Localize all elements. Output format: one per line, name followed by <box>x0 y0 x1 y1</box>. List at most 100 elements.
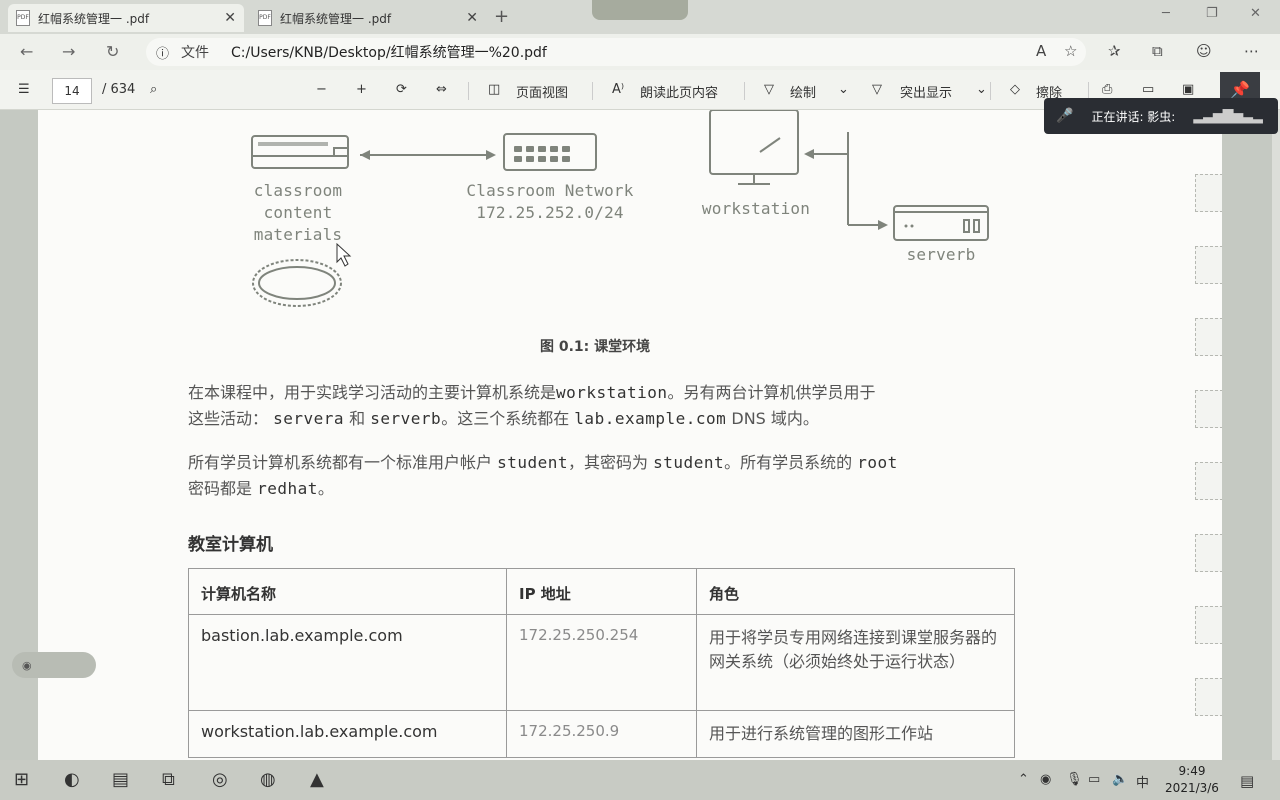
read-aloud-button[interactable]: 朗读此页内容 <box>640 82 718 101</box>
favorite-icon[interactable]: ☆ <box>1064 42 1077 60</box>
app-icon[interactable]: ⧉ <box>162 769 175 790</box>
save-icon[interactable]: ▭ <box>1142 82 1154 97</box>
role-cell: 用于将学员专用网络连接到课堂服务器的网关系统（必须始终处于运行状态） <box>696 614 1015 711</box>
read-mode-icon[interactable]: A <box>1036 42 1046 60</box>
code-span: servera <box>273 409 345 428</box>
text-span: 。另有两台计算机供学员用于 <box>667 383 876 402</box>
maximize-icon[interactable]: ❐ <box>1206 6 1218 21</box>
chevron-up-icon[interactable]: ⌃ <box>1018 772 1029 787</box>
close-window-icon[interactable]: ✕ <box>1250 6 1261 21</box>
refresh-icon[interactable]: ↻ <box>106 42 119 61</box>
chevron-down-icon[interactable]: ⌄ <box>838 82 849 97</box>
zoom-in-icon[interactable]: + <box>356 82 367 97</box>
table-row: workstation.lab.example.com 172.25.250.9… <box>188 710 1015 758</box>
pin-icon: 📌 <box>1230 80 1250 99</box>
paragraph-1: 在本课程中，用于实践学习活动的主要计算机系统是workstation。另有两台计… <box>188 380 1018 432</box>
contents-icon[interactable]: ☰ <box>18 82 30 97</box>
chevron-down-icon[interactable]: ⌄ <box>976 82 987 97</box>
microphone-icon: 🎤 <box>1056 108 1074 124</box>
favorites-icon[interactable]: ✰ <box>1108 42 1121 60</box>
app-icon[interactable]: ◍ <box>260 769 276 790</box>
tab-title: 红帽系统管理一 .pdf <box>38 11 150 26</box>
divider <box>468 82 469 100</box>
url-text: C:/Users/KNB/Desktop/红帽系统管理一%20.pdf <box>231 45 547 61</box>
zoom-out-icon[interactable]: − <box>316 82 327 97</box>
new-tab-button[interactable]: + <box>494 6 509 27</box>
edge-browser-icon[interactable]: ◐ <box>64 769 80 790</box>
windows-start-icon[interactable]: ⊞ <box>14 769 29 790</box>
speech-text: 正在讲话: 影虫: <box>1091 109 1176 124</box>
text-span: 这些活动： <box>188 409 269 428</box>
page-view-icon[interactable]: ◫ <box>488 82 500 97</box>
thumbnail-placeholder <box>1195 534 1222 572</box>
scrollbar[interactable] <box>1272 110 1280 760</box>
eraser-icon[interactable]: ◇ <box>1010 82 1020 97</box>
page-view-button[interactable]: 页面视图 <box>516 82 568 101</box>
thumbnail-placeholder <box>1195 174 1222 212</box>
speech-indicator: 🎤 正在讲话: 影虫: ▂▃▅▇▅▃▂ <box>1044 98 1278 134</box>
notification-icon[interactable]: ▤ <box>1240 772 1254 790</box>
save-as-icon[interactable]: ▣ <box>1182 82 1194 97</box>
capture-handle[interactable] <box>592 0 688 20</box>
code-span: lab.example.com <box>574 409 727 428</box>
tab-pdf-1[interactable]: PDF 红帽系统管理一 .pdf ✕ <box>8 4 244 32</box>
draw-icon[interactable]: ▽ <box>764 82 774 97</box>
clock-time: 9:49 <box>1178 764 1206 778</box>
app-icon[interactable]: ▤ <box>112 769 129 790</box>
taskbar: ⊞ ◐ ▤ ⧉ ◎ ◍ ▲ ⌃ ◉ 🎙 ▭ 🔈 中 9:49 2021/3/6 … <box>0 760 1280 800</box>
highlight-icon[interactable]: ▽ <box>872 82 882 97</box>
code-span: student <box>497 453 569 472</box>
column-header: 角色 <box>696 568 1015 615</box>
thumbnail-placeholder <box>1195 390 1222 428</box>
table-row: bastion.lab.example.com 172.25.250.254 用… <box>188 614 1015 711</box>
read-aloud-icon[interactable]: A⁾ <box>612 82 624 97</box>
ip-cell: 172.25.250.9 <box>506 710 697 758</box>
floating-toolbar-pill[interactable]: ◉ <box>12 652 96 678</box>
record-icon: ◉ <box>22 658 32 672</box>
rotate-icon[interactable]: ⟳ <box>396 82 407 97</box>
page-total: / 634 <box>102 82 136 97</box>
close-tab-icon[interactable]: ✕ <box>224 10 236 26</box>
photos-icon[interactable]: ▲ <box>310 769 324 790</box>
pdf-page[interactable]: classroom content materials Classroom Ne… <box>38 110 1222 760</box>
text-span: 。 <box>317 479 334 498</box>
ime-indicator[interactable]: 中 <box>1136 772 1149 791</box>
materials-label-line: classroom <box>253 181 343 200</box>
volume-icon[interactable]: 🔈 <box>1112 772 1128 787</box>
code-span: root <box>857 453 898 472</box>
print-icon[interactable]: ⎙ <box>1102 82 1112 97</box>
search-icon[interactable]: ⌕ <box>150 82 157 97</box>
menu-icon[interactable]: ⋯ <box>1244 42 1259 60</box>
text-span: DNS 域内。 <box>731 409 819 428</box>
text-span: ，其密码为 <box>568 453 649 472</box>
info-icon: ⓘ <box>156 46 170 62</box>
network-label-line: Classroom Network <box>466 181 634 200</box>
thumbnail-placeholder <box>1195 246 1222 284</box>
forward-icon[interactable]: → <box>62 42 75 61</box>
tab-bar: PDF 红帽系统管理一 .pdf ✕ PDF 红帽系统管理一 .pdf ✕ + … <box>0 0 1280 34</box>
network-label: Classroom Network 172.25.252.0/24 <box>452 180 648 224</box>
hostname-cell: workstation.lab.example.com <box>188 710 507 758</box>
network-icon[interactable]: ◉ <box>1040 772 1051 787</box>
app-icon[interactable]: ◎ <box>212 769 228 790</box>
back-icon[interactable]: ← <box>20 42 33 61</box>
minimize-icon[interactable]: ─ <box>1162 6 1170 21</box>
hostname-cell: bastion.lab.example.com <box>188 614 507 711</box>
url-field[interactable]: ⓘ 文件 C:/Users/KNB/Desktop/红帽系统管理一%20.pdf <box>146 38 1086 66</box>
text-span: 。所有学员系统的 <box>724 453 853 472</box>
system-clock[interactable]: 9:49 2021/3/6 <box>1160 763 1224 797</box>
collections-icon[interactable]: ⧉ <box>1152 42 1163 60</box>
text-span: 密码都是 <box>188 479 253 498</box>
page-number-input[interactable]: 14 <box>52 78 92 104</box>
highlight-button[interactable]: 突出显示 <box>900 82 952 101</box>
role-cell: 用于进行系统管理的图形工作站 <box>696 710 1015 758</box>
fit-page-icon[interactable]: ⇔ <box>436 82 447 97</box>
display-icon[interactable]: ▭ <box>1088 772 1100 787</box>
text-span: 在本课程中，用于实践学习活动的主要计算机系统是 <box>188 383 557 402</box>
close-tab-icon[interactable]: ✕ <box>466 10 478 26</box>
figure-caption: 图 0.1: 课堂环境 <box>540 339 651 355</box>
microphone-icon[interactable]: 🎙 <box>1066 772 1083 787</box>
profile-icon[interactable]: ☺ <box>1196 42 1212 60</box>
draw-button[interactable]: 绘制 <box>790 82 816 101</box>
tab-pdf-2[interactable]: PDF 红帽系统管理一 .pdf ✕ <box>250 4 486 32</box>
